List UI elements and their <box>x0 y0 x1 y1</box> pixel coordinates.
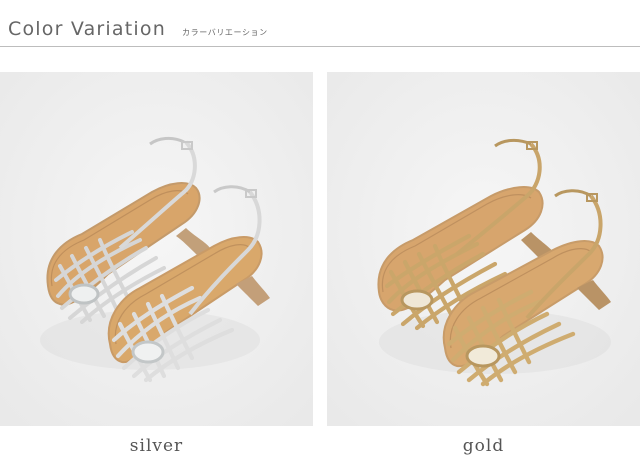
section-subtitle: カラーバリエーション <box>182 28 268 37</box>
section-title: Color Variation <box>8 18 166 40</box>
product-image-gold <box>327 72 640 426</box>
sandal-illustration-gold <box>327 72 640 426</box>
sandal-illustration-silver <box>0 72 313 426</box>
variant-label-silver: silver <box>129 436 184 456</box>
section-header: Color Variation カラーバリエーション <box>0 0 640 48</box>
variant-label-gold: gold <box>462 436 505 456</box>
header-divider <box>0 46 640 47</box>
product-image-silver <box>0 72 313 426</box>
